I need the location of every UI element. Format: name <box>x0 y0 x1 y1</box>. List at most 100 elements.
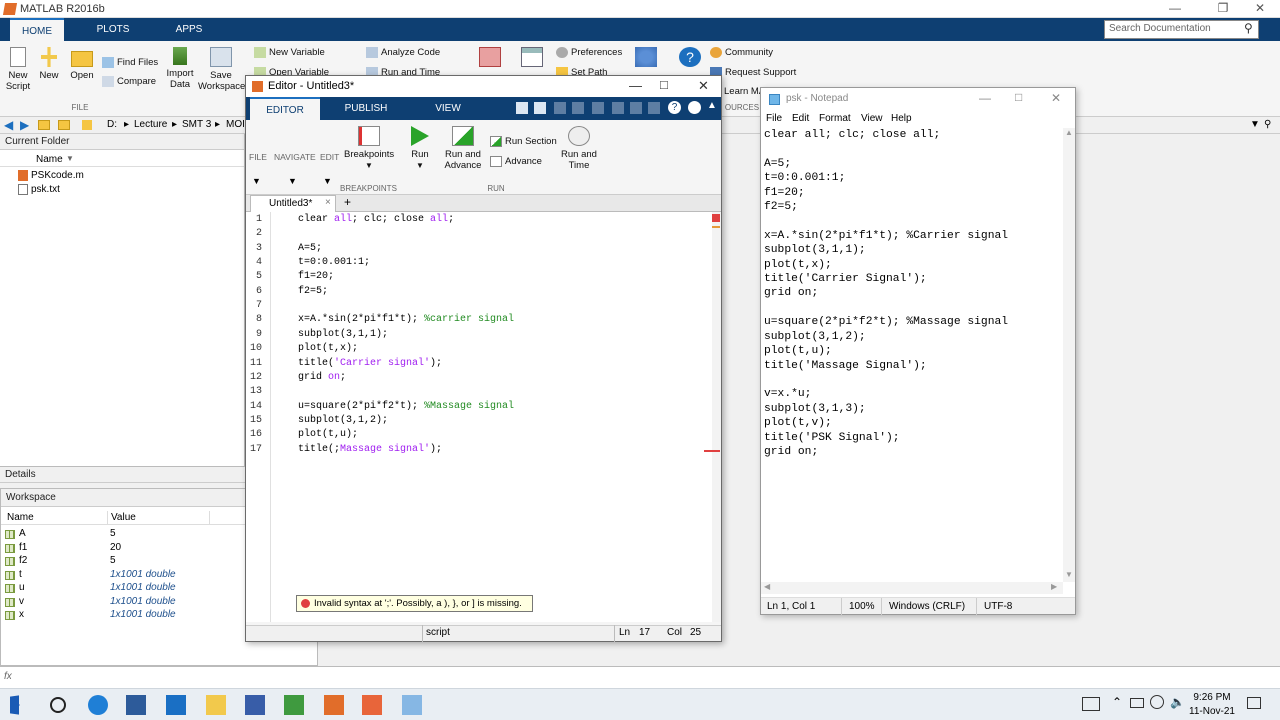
code-line[interactable]: u=square(2*pi*f2*t); %Massage signal <box>298 401 514 412</box>
copy-icon[interactable] <box>572 102 584 114</box>
menu-edit[interactable]: Edit <box>792 113 809 124</box>
find-files-button[interactable]: Find Files <box>102 57 158 68</box>
run-button[interactable]: Run ▼ <box>404 126 436 171</box>
new-button[interactable]: New <box>36 47 62 81</box>
code-line[interactable]: subplot(3,1,2); <box>298 415 388 426</box>
details-panel-title[interactable]: Details <box>0 466 245 483</box>
advance-button[interactable]: Advance <box>490 156 542 167</box>
close-icon[interactable]: ✕ <box>1245 1 1275 17</box>
code-editor[interactable]: 1 clear all; clc; close all; 2 3 A=5; 4 t=0:0.… <box>246 212 721 622</box>
path-segment[interactable]: Lecture <box>134 119 167 130</box>
search-icon[interactable] <box>50 697 66 713</box>
run-and-advance-button[interactable]: Run and Advance <box>442 126 484 171</box>
code-line[interactable]: plot(t,u); <box>298 429 358 440</box>
run-section-button[interactable]: Run Section <box>490 136 557 147</box>
name-column-header[interactable]: Name <box>36 154 63 165</box>
code-line[interactable]: title('Carrier signal'); <box>298 358 442 369</box>
import-data-button[interactable]: Import Data <box>164 47 196 90</box>
path-segment[interactable]: MOI <box>226 119 245 130</box>
warning-marker[interactable] <box>712 226 720 228</box>
up-folder-icon[interactable] <box>58 120 70 130</box>
chevron-up-icon[interactable]: ⌃ <box>1112 695 1122 709</box>
quick-access-icon[interactable] <box>516 102 528 114</box>
simulink-button[interactable] <box>478 47 502 70</box>
code-line[interactable]: subplot(3,1,1); <box>298 329 388 340</box>
options-icon[interactable] <box>688 101 701 114</box>
tab-home[interactable]: HOME <box>10 18 64 41</box>
store-icon[interactable] <box>126 695 146 715</box>
edge-icon[interactable] <box>88 695 108 715</box>
app-icon[interactable] <box>245 695 265 715</box>
switch-windows-icon[interactable] <box>648 102 660 114</box>
code-line[interactable]: f1=20; <box>298 271 334 282</box>
scroll-up-icon[interactable]: ▲ <box>1065 128 1073 137</box>
search-documentation-input[interactable]: Search Documentation <box>1104 20 1259 39</box>
request-support-button[interactable]: Request Support <box>710 67 796 78</box>
menu-help[interactable]: Help <box>891 113 912 124</box>
navigate-group-label[interactable]: NAVIGATE <box>274 152 316 162</box>
matlab-taskbar-icon[interactable] <box>324 695 344 715</box>
chevron-down-icon[interactable]: ▼ <box>323 176 332 186</box>
minimize-icon[interactable]: — <box>1160 1 1190 17</box>
tab-editor[interactable]: EDITOR <box>250 97 320 120</box>
close-tab-icon[interactable]: × <box>325 197 331 208</box>
notepad-text-area[interactable]: clear all; clc; close all; A=5; t=0:0.00… <box>764 128 1008 459</box>
layout-button[interactable] <box>520 47 544 70</box>
collapse-icon[interactable]: ▲ <box>707 100 717 111</box>
name-column-header[interactable]: Name <box>7 512 34 523</box>
file-explorer-icon[interactable] <box>206 695 226 715</box>
compare-button[interactable]: Compare <box>102 76 156 87</box>
search-icon[interactable]: ⚲ <box>1244 21 1253 35</box>
undo-icon[interactable] <box>612 102 624 114</box>
code-line[interactable]: clear all; clc; close all; <box>298 214 454 225</box>
scroll-left-icon[interactable]: ◀ <box>764 582 770 591</box>
restore-icon[interactable]: ❐ <box>1208 1 1238 17</box>
file-item[interactable]: PSKcode.m <box>18 170 84 181</box>
maximize-icon[interactable]: □ <box>660 77 668 92</box>
file-tab[interactable]: Untitled3* × <box>250 195 336 212</box>
close-icon[interactable]: ✕ <box>698 78 709 94</box>
file-group-label[interactable]: FILE <box>249 152 267 162</box>
code-line[interactable]: plot(t,x); <box>298 343 358 354</box>
chevron-down-icon[interactable]: ▼ <box>1250 119 1260 130</box>
redo-icon[interactable] <box>630 102 642 114</box>
code-line[interactable]: t=0:0.001:1; <box>298 257 370 268</box>
new-script-button[interactable]: New Script <box>4 47 32 92</box>
add-tab-button[interactable]: + <box>344 195 351 209</box>
maximize-icon[interactable]: □ <box>1015 90 1022 104</box>
add-ons-button[interactable] <box>634 47 658 70</box>
cut-icon[interactable] <box>554 102 566 114</box>
workspace-row[interactable]: f2 5 <box>1 555 246 569</box>
new-variable-button[interactable]: New Variable <box>254 47 325 58</box>
browse-folder-icon[interactable] <box>38 120 50 130</box>
chevron-down-icon[interactable]: ▼ <box>288 176 297 186</box>
start-icon[interactable] <box>10 695 20 715</box>
breakpoints-button[interactable]: Breakpoints ▼ <box>344 126 394 171</box>
code-line[interactable]: A=5; <box>298 243 322 254</box>
open-button[interactable]: Open <box>68 47 96 81</box>
vertical-scrollbar[interactable]: ▲ ▼ <box>1063 128 1075 582</box>
run-and-time-button[interactable]: Run and Time <box>558 126 600 171</box>
edit-group-label[interactable]: EDIT <box>320 152 339 162</box>
horizontal-scrollbar[interactable]: ◀ ▶ <box>761 582 1063 594</box>
preferences-button[interactable]: Preferences <box>556 47 622 58</box>
workspace-row[interactable]: f1 20 <box>1 542 246 556</box>
back-arrow-icon[interactable]: ◀ <box>4 118 13 132</box>
workspace-row[interactable]: t 1x1001 double <box>1 569 246 583</box>
path-segment[interactable]: D: <box>107 119 117 130</box>
save-workspace-button[interactable]: Save Workspace <box>198 47 245 92</box>
menu-view[interactable]: View <box>861 113 883 124</box>
chevron-down-icon[interactable]: ▼ <box>252 176 261 186</box>
scroll-right-icon[interactable]: ▶ <box>1051 582 1057 591</box>
workspace-row[interactable]: x 1x1001 double <box>1 609 246 623</box>
file-item[interactable]: psk.txt <box>18 184 60 195</box>
tab-apps[interactable]: APPS <box>164 18 214 41</box>
workspace-row[interactable]: v 1x1001 double <box>1 596 246 610</box>
learn-matlab-button[interactable]: Learn MA <box>724 86 765 97</box>
code-line[interactable]: f2=5; <box>298 286 328 297</box>
scroll-down-icon[interactable]: ▼ <box>1065 570 1073 579</box>
path-segment[interactable]: SMT 3 <box>182 119 211 130</box>
command-window[interactable]: fx <box>0 666 1280 688</box>
notifications-icon[interactable] <box>1247 697 1261 709</box>
tab-view[interactable]: VIEW <box>418 97 478 120</box>
